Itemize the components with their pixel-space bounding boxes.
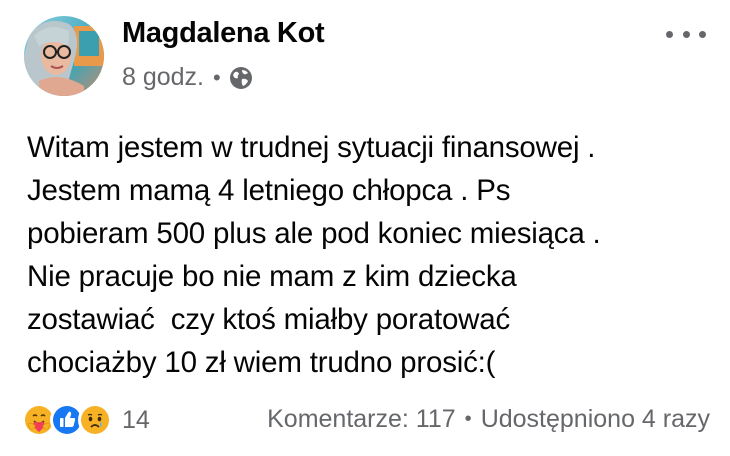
post-card: Magdalena Kot 8 godz. • Witam jestem w t… [0,0,730,456]
reaction-count[interactable]: 14 [122,406,150,435]
post-text: Witam jestem w trudnej sytuacji finansow… [27,131,601,379]
comments-count[interactable]: Komentarze: 117 [267,405,456,434]
more-options-icon[interactable] [666,22,706,46]
post-time[interactable]: 8 godz. [122,63,204,92]
avatar[interactable] [24,16,104,96]
post-footer: 14 Komentarze: 117 • Udostępniono 4 razy [22,400,710,440]
author-name[interactable]: Magdalena Kot [122,17,325,50]
avatar-photo [24,16,104,96]
reactions-summary[interactable]: 14 [22,400,150,440]
post-header: Magdalena Kot 8 godz. • [24,16,706,96]
stats-separator: • [464,408,472,430]
globe-icon[interactable] [229,66,253,90]
sad-reaction-icon [78,403,112,437]
post-stats: Komentarze: 117 • Udostępniono 4 razy [267,405,710,434]
shares-count[interactable]: Udostępniono 4 razy [481,405,710,434]
meta-separator: • [213,64,221,90]
post-meta: 8 godz. • [122,63,253,92]
